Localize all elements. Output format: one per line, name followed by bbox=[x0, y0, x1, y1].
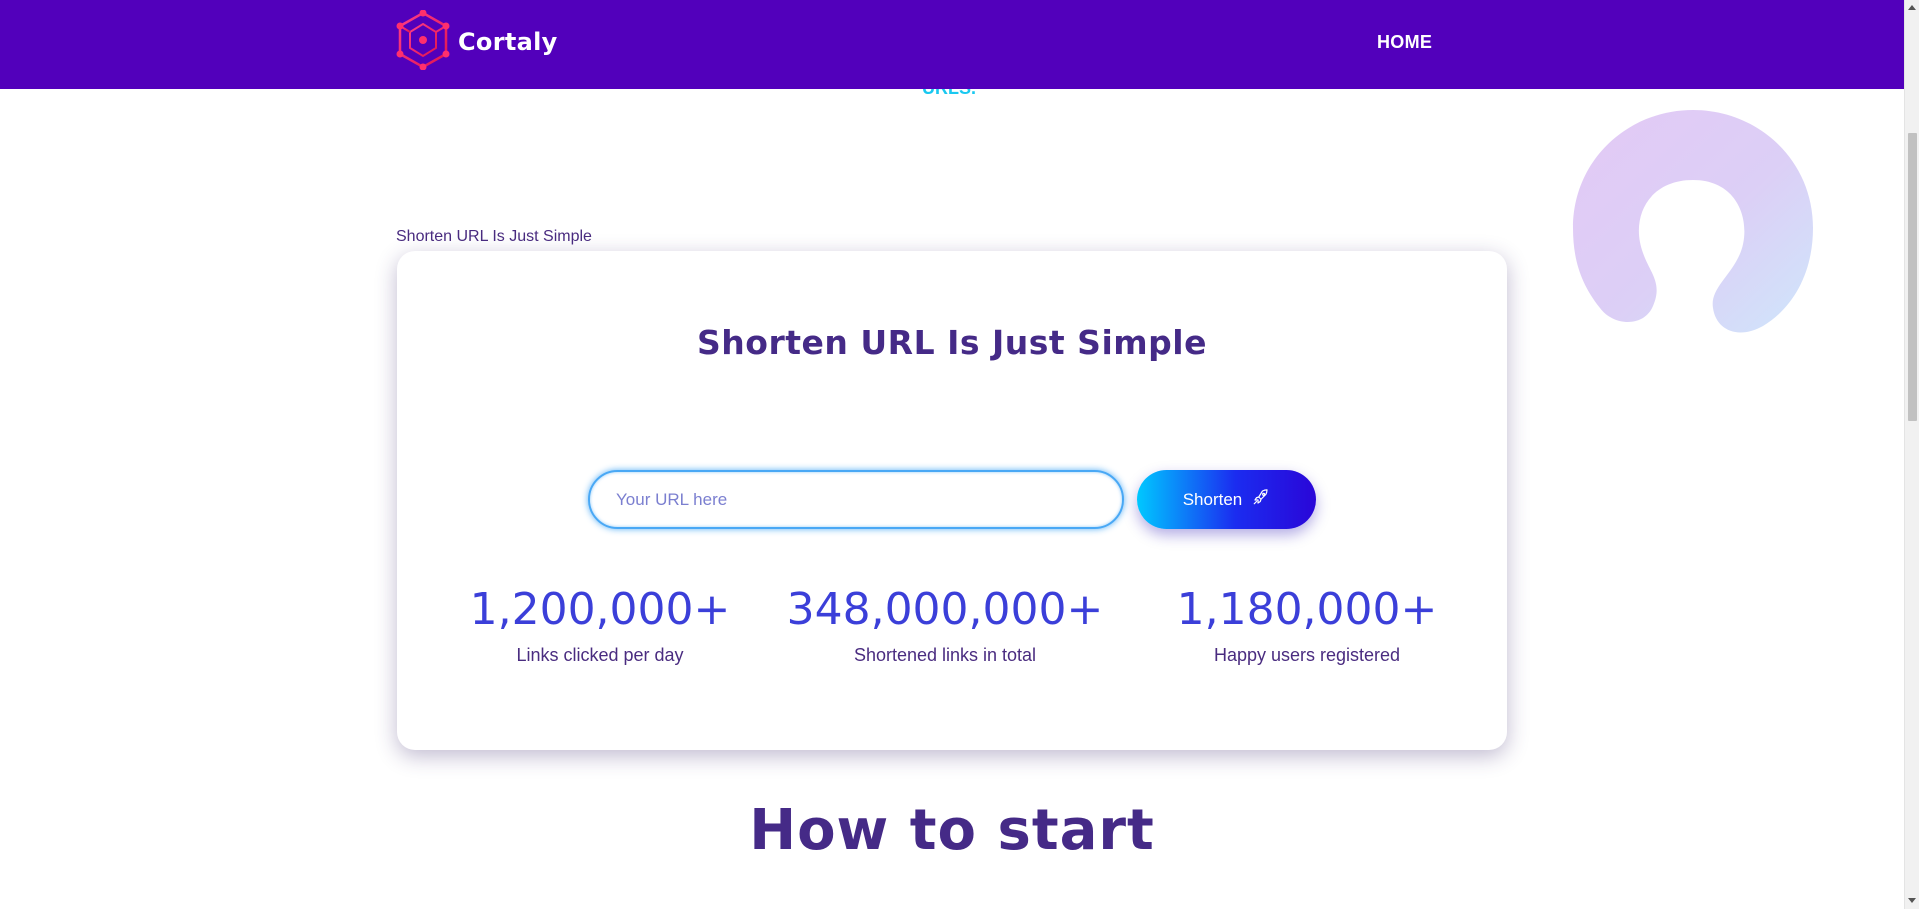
section-label: Shorten URL Is Just Simple bbox=[396, 228, 592, 245]
url-input[interactable] bbox=[588, 470, 1124, 529]
stat-links-clicked: 1,200,000+ Links clicked per day bbox=[465, 584, 735, 666]
stat-value: 348,000,000+ bbox=[786, 584, 1104, 635]
shorten-button-label: Shorten bbox=[1182, 489, 1243, 509]
scroll-down-arrow-icon[interactable] bbox=[1908, 898, 1916, 903]
scroll-up-arrow-icon[interactable] bbox=[1908, 5, 1916, 10]
stat-value: 1,200,000+ bbox=[469, 584, 731, 635]
brand-logo-link[interactable]: Cortaly bbox=[396, 9, 558, 74]
top-navbar: Cortaly HOME bbox=[0, 0, 1904, 89]
rocket-icon bbox=[1252, 488, 1270, 511]
stat-shortened-links: 348,000,000+ Shortened links in total bbox=[785, 584, 1105, 666]
nav-home-link[interactable]: HOME bbox=[1377, 32, 1432, 53]
stat-label: Happy users registered bbox=[1213, 645, 1401, 665]
hexagon-network-logo-icon bbox=[396, 9, 450, 74]
shorten-button[interactable]: Shorten bbox=[1137, 470, 1316, 529]
scrollbar-thumb[interactable] bbox=[1908, 133, 1917, 421]
stat-label: Shortened links in total bbox=[853, 645, 1037, 665]
card-title: Shorten URL Is Just Simple bbox=[697, 323, 1207, 362]
brand-name: Cortaly bbox=[458, 28, 558, 56]
stat-happy-users: 1,180,000+ Happy users registered bbox=[1162, 584, 1452, 666]
stat-value: 1,180,000+ bbox=[1176, 584, 1438, 635]
decorative-blob-graphic bbox=[1568, 108, 1818, 338]
vertical-scrollbar[interactable] bbox=[1904, 0, 1919, 909]
shorten-card: Shorten URL Is Just Simple Shorten 1,200… bbox=[397, 251, 1507, 750]
stat-label: Links clicked per day bbox=[516, 645, 684, 665]
how-to-start-heading: How to start bbox=[749, 798, 1155, 863]
